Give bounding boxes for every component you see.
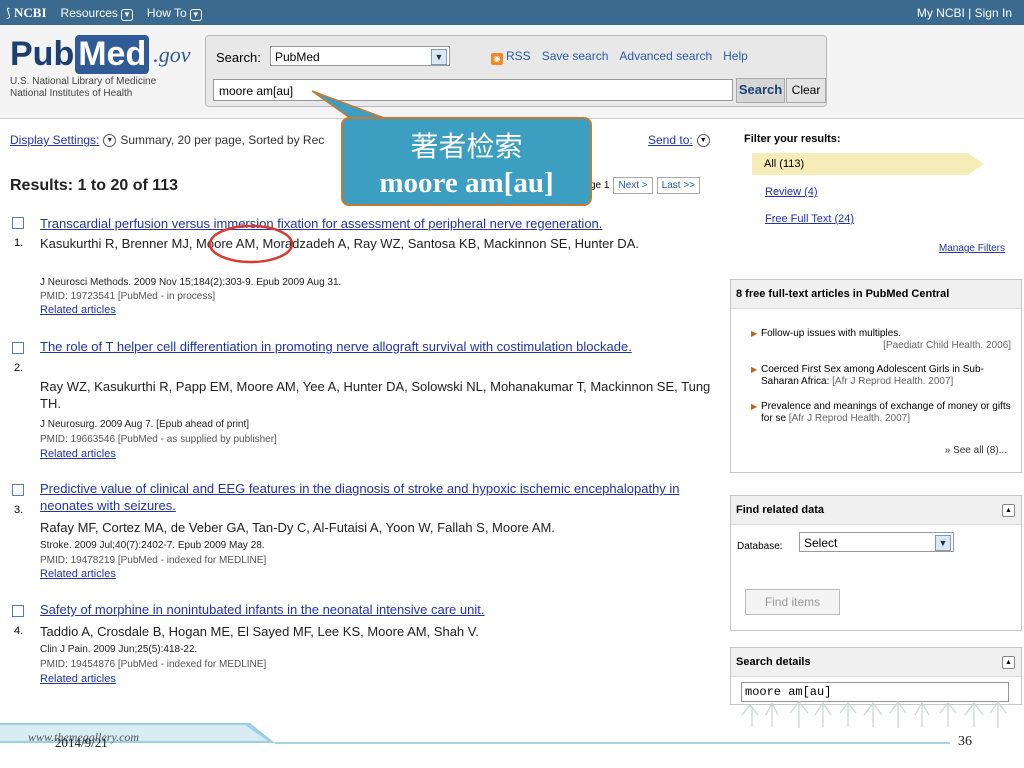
annotation-callout: 著者检索 moore am[au]	[341, 117, 592, 206]
annotation-overlay	[208, 90, 396, 264]
highlight-circle	[208, 224, 294, 264]
callout-line-2: moore am[au]	[379, 167, 554, 199]
callout-line-1: 著者检索	[410, 130, 523, 163]
